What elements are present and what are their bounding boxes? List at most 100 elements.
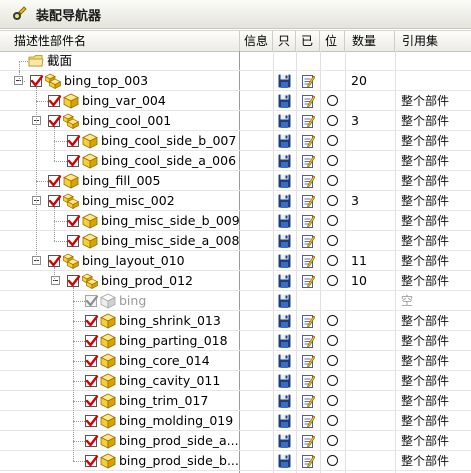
reference-set-value[interactable]: 整个部件	[401, 251, 449, 271]
component-name: bing_cool_side_b_007	[101, 133, 237, 148]
component-checkbox[interactable]	[67, 275, 81, 287]
reference-set-value[interactable]: 整个部件	[401, 331, 449, 351]
tree-row[interactable]: bing_molding_019 整个部件	[0, 411, 471, 431]
saved-status-icon	[278, 414, 291, 428]
tree-row[interactable]: bing_cool_001 3 整个部件	[0, 111, 471, 131]
modified-status-icon	[302, 315, 315, 328]
modified-status-icon	[302, 155, 315, 168]
reference-set-value[interactable]: 整个部件	[401, 371, 449, 391]
saved-status-icon	[278, 454, 291, 468]
tree-row[interactable]: bing_fill_005 整个部件	[0, 171, 471, 191]
reference-set-value[interactable]: 整个部件	[401, 231, 449, 251]
column-info[interactable]: 信息	[240, 31, 273, 51]
quantity-value: 10	[351, 273, 367, 288]
reference-set-value[interactable]: 整个部件	[401, 131, 449, 151]
reference-set-value[interactable]: 整个部件	[401, 111, 449, 131]
position-status-icon	[327, 115, 338, 126]
component-checkbox[interactable]	[48, 95, 62, 107]
component-name: bing_layout_010	[82, 253, 185, 268]
component-name: bing_prod_012	[101, 273, 194, 288]
reference-set-value[interactable]: 整个部件	[401, 311, 449, 331]
reference-set-value[interactable]: 空	[401, 291, 413, 311]
tree-row[interactable]: bing_top_003 20	[0, 71, 471, 91]
modified-status-icon	[302, 95, 315, 108]
component-checkbox[interactable]	[48, 255, 62, 267]
component-name: bing_core_014	[119, 353, 210, 368]
column-modified[interactable]: 已	[296, 31, 320, 51]
modified-status-icon	[302, 115, 315, 128]
tree-row[interactable]: bing_prod_side_b... 整个部件	[0, 451, 471, 471]
component-checkbox[interactable]	[30, 75, 44, 87]
column-name[interactable]: 描述性部件名	[0, 31, 240, 51]
collapse-toggle-icon[interactable]	[51, 276, 60, 285]
reference-set-value[interactable]: 整个部件	[401, 391, 449, 411]
column-count[interactable]: 数量	[345, 31, 395, 51]
tree-row[interactable]: bing_misc_side_a_008 整个部件	[0, 231, 471, 251]
component-checkbox[interactable]	[85, 355, 99, 367]
quantity-value: 11	[351, 253, 367, 268]
position-status-icon	[327, 415, 338, 426]
component-checkbox[interactable]	[67, 215, 81, 227]
reference-set-value[interactable]: 整个部件	[401, 171, 449, 191]
component-checkbox[interactable]	[85, 415, 99, 427]
component-checkbox[interactable]	[85, 375, 99, 387]
tree-row[interactable]: bing_prod_012 10 整个部件	[0, 271, 471, 291]
reference-set-value[interactable]: 整个部件	[401, 351, 449, 371]
tree-row[interactable]: bing_var_004 整个部件	[0, 91, 471, 111]
tree-row[interactable]: bing 空	[0, 291, 471, 311]
reference-set-value[interactable]: 整个部件	[401, 451, 449, 471]
tree-row[interactable]: bing_cool_side_b_007 整个部件	[0, 131, 471, 151]
component-checkbox[interactable]	[85, 335, 99, 347]
assembly-tree: 截面 bing_top_003 20 bing_var_004 整个部件 bing_coo…	[0, 51, 471, 471]
tree-row[interactable]: bing_prod_side_a... 整个部件	[0, 431, 471, 451]
column-refset[interactable]: 引用集	[395, 31, 471, 51]
tree-row[interactable]: bing_core_014 整个部件	[0, 351, 471, 371]
saved-status-icon	[278, 214, 291, 228]
component-checkbox[interactable]	[85, 315, 99, 327]
component-checkbox[interactable]	[67, 235, 81, 247]
position-status-icon	[327, 195, 338, 206]
modified-status-icon	[302, 175, 315, 188]
component-checkbox[interactable]	[85, 455, 99, 467]
column-readonly[interactable]: 只	[273, 31, 296, 51]
tree-row[interactable]: bing_misc_side_b_009 整个部件	[0, 211, 471, 231]
component-name: bing_trim_017	[119, 393, 209, 408]
saved-status-icon	[278, 294, 291, 308]
component-checkbox[interactable]	[48, 175, 62, 187]
component-checkbox[interactable]	[48, 195, 62, 207]
reference-set-value[interactable]: 整个部件	[401, 431, 449, 451]
reference-set-value[interactable]: 整个部件	[401, 91, 449, 111]
position-status-icon	[327, 175, 338, 186]
reference-set-value[interactable]: 整个部件	[401, 191, 449, 211]
component-checkbox[interactable]	[85, 295, 99, 307]
tree-row[interactable]: bing_cavity_011 整个部件	[0, 371, 471, 391]
tree-row[interactable]: bing_trim_017 整个部件	[0, 391, 471, 411]
reference-set-value[interactable]: 整个部件	[401, 151, 449, 171]
tree-row[interactable]: 截面	[0, 51, 471, 71]
modified-status-icon	[302, 435, 315, 448]
saved-status-icon	[278, 194, 291, 208]
modified-status-icon	[302, 75, 315, 88]
component-checkbox[interactable]	[85, 435, 99, 447]
saved-status-icon	[278, 174, 291, 188]
saved-status-icon	[278, 134, 291, 148]
component-checkbox[interactable]	[48, 115, 62, 127]
position-status-icon	[327, 355, 338, 366]
reference-set-value[interactable]: 整个部件	[401, 411, 449, 431]
reference-set-value[interactable]: 整个部件	[401, 271, 449, 291]
modified-status-icon	[302, 195, 315, 208]
component-name: bing_molding_019	[119, 413, 234, 428]
tree-row[interactable]: bing_shrink_013 整个部件	[0, 311, 471, 331]
saved-status-icon	[278, 234, 291, 248]
component-checkbox[interactable]	[85, 395, 99, 407]
modified-status-icon	[302, 255, 315, 268]
reference-set-value[interactable]: 整个部件	[401, 211, 449, 231]
component-checkbox[interactable]	[67, 155, 81, 167]
tree-row[interactable]: bing_misc_002 3 整个部件	[0, 191, 471, 211]
tree-row[interactable]: bing_layout_010 11 整个部件	[0, 251, 471, 271]
component-checkbox[interactable]	[67, 135, 81, 147]
tree-row[interactable]: bing_cool_side_a_006 整个部件	[0, 151, 471, 171]
tree-row[interactable]: bing_parting_018 整个部件	[0, 331, 471, 351]
column-position[interactable]: 位	[320, 31, 345, 51]
saved-status-icon	[278, 114, 291, 128]
